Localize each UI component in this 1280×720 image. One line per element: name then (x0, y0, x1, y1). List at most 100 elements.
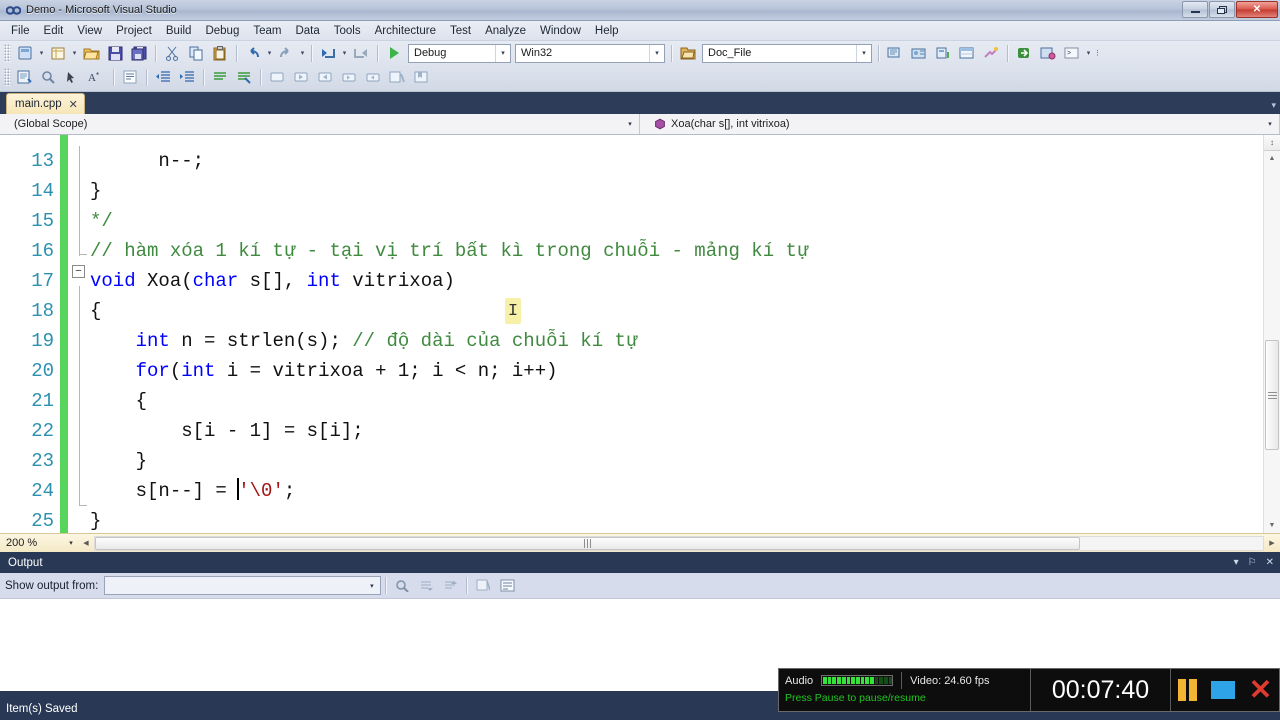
chevron-down-icon[interactable]: ▾ (364, 577, 379, 594)
maximize-restore-button[interactable] (1209, 1, 1235, 18)
menu-item-help[interactable]: Help (588, 23, 626, 39)
previous-bookmark-in-folder-icon[interactable] (338, 67, 360, 88)
increase-indent-icon[interactable] (176, 67, 198, 88)
outlining-margin[interactable]: − (68, 135, 90, 533)
scroll-left-arrow-icon[interactable]: ◀ (78, 535, 94, 551)
code-line[interactable]: { (90, 386, 1263, 416)
navigate-backward-dropdown-icon[interactable]: ▾ (340, 43, 349, 64)
toolbox-icon[interactable] (980, 43, 1002, 64)
editor-horizontal-scrollbar[interactable] (94, 535, 1264, 551)
solution-configuration-combo[interactable]: Debug ▾ (408, 43, 511, 63)
toolbar-grip[interactable] (4, 68, 11, 86)
menu-item-team[interactable]: Team (246, 23, 288, 39)
next-bookmark-icon[interactable] (314, 67, 336, 88)
toolbar-overflow-icon[interactable]: ⋮ (1093, 43, 1102, 64)
code-line[interactable]: { (90, 296, 1263, 326)
toggle-word-wrap-output-icon[interactable] (496, 575, 518, 596)
collapse-region-button[interactable]: − (72, 265, 85, 278)
navigate-to-icon[interactable] (38, 67, 60, 88)
editor-vertical-scrollbar[interactable]: ↕ ▲ ▼ (1263, 135, 1280, 533)
go-to-previous-message-icon[interactable] (415, 575, 437, 596)
tab-list-dropdown-icon[interactable]: ▾ (1271, 100, 1276, 111)
pause-icon[interactable] (1177, 679, 1198, 701)
menu-item-window[interactable]: Window (533, 23, 588, 39)
code-editor[interactable]: 13 14 15 16 17 18 19 20 21 22 23 24 25 − n--;} */ // h… (0, 135, 1280, 533)
font-size-icon[interactable]: A * (86, 67, 108, 88)
comment-selection-icon[interactable] (209, 67, 231, 88)
code-line[interactable]: } (90, 506, 1263, 533)
chevron-down-icon[interactable]: ▾ (1263, 114, 1277, 134)
code-line[interactable]: s[n--] = '\0'; (90, 476, 1263, 506)
attach-process-icon[interactable] (1037, 43, 1059, 64)
screen-recorder-overlay[interactable]: Audio Video: 24.60 fps Press Pause to pa… (778, 668, 1280, 712)
undo-icon[interactable] (242, 43, 264, 64)
code-line[interactable]: } (90, 446, 1263, 476)
close-icon[interactable]: ✕ (1266, 557, 1274, 568)
code-line[interactable]: void Xoa(char s[], int vitrixoa) (90, 266, 1263, 296)
chevron-down-icon[interactable]: ▾ (856, 44, 871, 62)
menu-item-edit[interactable]: Edit (37, 23, 71, 39)
document-outline-folder-icon[interactable] (677, 43, 699, 64)
minimize-button[interactable] (1182, 1, 1208, 18)
navigate-forward-icon[interactable] (350, 43, 372, 64)
previous-bookmark-icon[interactable] (290, 67, 312, 88)
step-into-icon[interactable] (1013, 43, 1035, 64)
pane-menu-icon[interactable]: ▾ (1234, 557, 1239, 568)
menu-item-test[interactable]: Test (443, 23, 478, 39)
navigate-backward-icon[interactable] (317, 43, 339, 64)
scroll-up-arrow-icon[interactable]: ▲ (1264, 151, 1280, 166)
redo-dropdown-icon[interactable]: ▾ (298, 43, 307, 64)
new-item-icon[interactable] (47, 43, 69, 64)
document-tab-main-cpp[interactable]: main.cpp ✕ (6, 93, 85, 114)
menu-item-debug[interactable]: Debug (198, 23, 246, 39)
zoom-dropdown-icon[interactable]: ▾ (64, 539, 78, 547)
code-line[interactable]: // hàm xóa 1 kí tự - tại vị trí bất kì t… (90, 236, 1263, 266)
command-window-icon[interactable]: > (1061, 43, 1083, 64)
pin-icon[interactable]: ⚐ (1248, 557, 1257, 568)
code-line[interactable]: int n = strlen(s); // độ dài của chuỗi k… (90, 326, 1263, 356)
go-to-definition-icon[interactable] (62, 67, 84, 88)
close-icon[interactable]: ✕ (1249, 676, 1272, 704)
chevron-down-icon[interactable]: ▾ (649, 44, 664, 62)
menu-item-data[interactable]: Data (288, 23, 326, 39)
horizontal-scrollbar-thumb[interactable] (95, 536, 1080, 550)
properties-window-icon[interactable] (956, 43, 978, 64)
copy-icon[interactable] (185, 43, 207, 64)
zoom-level[interactable]: 200 % (0, 537, 64, 549)
display-settings-icon[interactable] (14, 67, 36, 88)
find-message-icon[interactable] (391, 575, 413, 596)
solution-explorer-icon[interactable] (884, 43, 906, 64)
menu-item-view[interactable]: View (70, 23, 109, 39)
code-line[interactable]: s[i - 1] = s[i]; (90, 416, 1263, 446)
server-explorer-icon[interactable] (932, 43, 954, 64)
menu-item-file[interactable]: File (4, 23, 37, 39)
cut-icon[interactable] (161, 43, 183, 64)
menu-item-tools[interactable]: Tools (327, 23, 368, 39)
code-line[interactable]: for(int i = vitrixoa + 1; i < n; i++) (90, 356, 1263, 386)
team-explorer-icon[interactable] (908, 43, 930, 64)
next-bookmark-in-folder-icon[interactable] (362, 67, 384, 88)
code-line[interactable]: n--; (90, 146, 1263, 176)
scope-combo[interactable]: (Global Scope) ▾ (0, 114, 640, 134)
close-window-button[interactable]: ✕ (1236, 1, 1278, 18)
close-icon[interactable]: ✕ (69, 98, 78, 111)
document-outline-combo[interactable]: Doc_File ▾ (702, 43, 872, 63)
open-file-icon[interactable] (80, 43, 102, 64)
save-icon[interactable] (104, 43, 126, 64)
vertical-scrollbar-thumb[interactable] (1265, 340, 1279, 450)
new-item-dropdown-icon[interactable]: ▾ (70, 43, 79, 64)
paste-icon[interactable] (209, 43, 231, 64)
menu-item-architecture[interactable]: Architecture (368, 23, 443, 39)
scroll-down-arrow-icon[interactable]: ▼ (1264, 518, 1280, 533)
menu-item-analyze[interactable]: Analyze (478, 23, 533, 39)
toggle-bookmark-icon[interactable] (266, 67, 288, 88)
toggle-word-wrap-icon[interactable] (119, 67, 141, 88)
split-view-button[interactable]: ↕ (1264, 135, 1280, 151)
member-combo[interactable]: Xoa(char s[], int vitrixoa) ▾ (640, 114, 1280, 134)
scroll-right-arrow-icon[interactable]: ▶ (1264, 535, 1280, 551)
solution-platform-combo[interactable]: Win32 ▾ (515, 43, 665, 63)
toolbar-grip[interactable] (4, 44, 11, 62)
save-all-icon[interactable] (128, 43, 150, 64)
new-project-icon[interactable] (14, 43, 36, 64)
new-project-dropdown-icon[interactable]: ▾ (37, 43, 46, 64)
